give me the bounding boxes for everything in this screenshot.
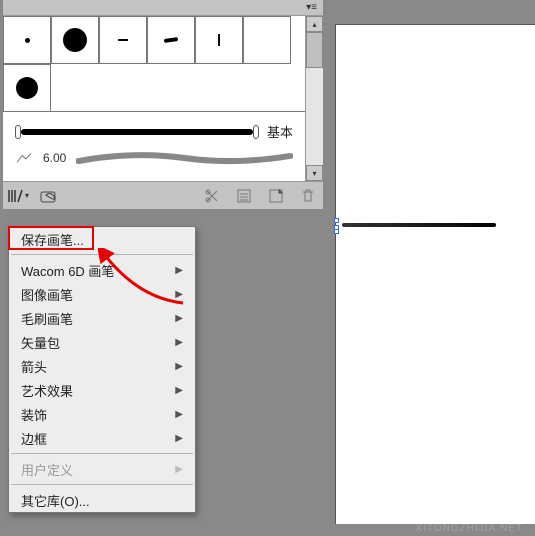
size-row: 6.00 bbox=[3, 149, 305, 169]
trash-icon[interactable] bbox=[297, 186, 319, 206]
submenu-arrow-icon: ▶ bbox=[175, 464, 183, 475]
submenu-arrow-icon: ▶ bbox=[175, 385, 183, 396]
options-icon[interactable] bbox=[233, 186, 255, 206]
panel-toolbar: ▾ bbox=[3, 181, 323, 209]
watermark: 系统之家 bbox=[427, 498, 525, 522]
menu-save-brush[interactable]: 保存画笔... bbox=[9, 227, 195, 251]
scroll-down-button[interactable]: ▾ bbox=[306, 165, 323, 181]
submenu-arrow-icon: ▶ bbox=[175, 409, 183, 420]
brush-swatch[interactable] bbox=[3, 16, 51, 64]
brush-swatch[interactable] bbox=[243, 16, 291, 64]
brush-grid: 基本 6.00 bbox=[3, 16, 305, 181]
stroke-label: 基本 bbox=[267, 122, 293, 141]
menu-artistic[interactable]: 艺术效果▶ bbox=[9, 378, 195, 402]
libraries-icon[interactable] bbox=[39, 186, 61, 206]
selection-handle[interactable] bbox=[334, 229, 339, 234]
menu-other-library[interactable]: 其它库(O)... bbox=[9, 488, 195, 512]
submenu-arrow-icon: ▶ bbox=[175, 337, 183, 348]
menu-decorative[interactable]: 装饰▶ bbox=[9, 402, 195, 426]
submenu-arrow-icon: ▶ bbox=[175, 313, 183, 324]
calligraphy-icon bbox=[15, 152, 33, 164]
menu-wacom-6d[interactable]: Wacom 6D 画笔▶ bbox=[9, 258, 195, 282]
menu-image-brush[interactable]: 图像画笔▶ bbox=[9, 282, 195, 306]
canvas-area[interactable] bbox=[335, 24, 535, 524]
brush-swatch[interactable] bbox=[3, 64, 51, 112]
menu-user-defined: 用户定义▶ bbox=[9, 457, 195, 481]
selection-handle[interactable] bbox=[334, 218, 339, 223]
watermark-url: XITONGZHIJIA.NET bbox=[416, 523, 524, 534]
selected-path-object[interactable] bbox=[336, 220, 496, 232]
menu-arrows[interactable]: 箭头▶ bbox=[9, 354, 195, 378]
submenu-arrow-icon: ▶ bbox=[175, 265, 183, 276]
brush-scrollbar[interactable]: ▴ ▾ bbox=[305, 16, 323, 181]
watermark-logo-icon bbox=[427, 498, 455, 522]
submenu-arrow-icon: ▶ bbox=[175, 289, 183, 300]
brush-list-area: 基本 6.00 ▴ ▾ bbox=[3, 16, 323, 181]
scissors-icon[interactable] bbox=[201, 186, 223, 206]
menu-separator bbox=[11, 484, 193, 485]
brush-size-value: 6.00 bbox=[43, 151, 66, 165]
stroke-preview[interactable]: 基本 bbox=[15, 122, 293, 141]
submenu-arrow-icon: ▶ bbox=[175, 361, 183, 372]
menu-borders[interactable]: 边框▶ bbox=[9, 426, 195, 450]
scroll-thumb[interactable] bbox=[306, 32, 323, 68]
panel-menu-icon[interactable]: ▾≡ bbox=[306, 2, 317, 13]
brushes-panel: ▾≡ 基本 6.00 bbox=[3, 0, 323, 209]
library-dropdown-menu: 保存画笔... Wacom 6D 画笔▶ 图像画笔▶ 毛刷画笔▶ 矢量包▶ 箭头… bbox=[8, 226, 196, 513]
scroll-up-button[interactable]: ▴ bbox=[306, 16, 323, 32]
menu-separator bbox=[11, 453, 193, 454]
brush-swatch[interactable] bbox=[51, 16, 99, 64]
menu-bristle-brush[interactable]: 毛刷画笔▶ bbox=[9, 306, 195, 330]
scroll-track[interactable] bbox=[306, 32, 323, 165]
brush-swatch[interactable] bbox=[195, 16, 243, 64]
stroke-sample bbox=[76, 151, 293, 165]
submenu-arrow-icon: ▶ bbox=[175, 433, 183, 444]
brush-swatch[interactable] bbox=[147, 16, 195, 64]
menu-separator bbox=[11, 254, 193, 255]
menu-vector-pack[interactable]: 矢量包▶ bbox=[9, 330, 195, 354]
panel-header: ▾≡ bbox=[3, 0, 323, 16]
brush-swatch[interactable] bbox=[99, 16, 147, 64]
new-brush-icon[interactable] bbox=[265, 186, 287, 206]
library-menu-icon[interactable]: ▾ bbox=[7, 186, 29, 206]
